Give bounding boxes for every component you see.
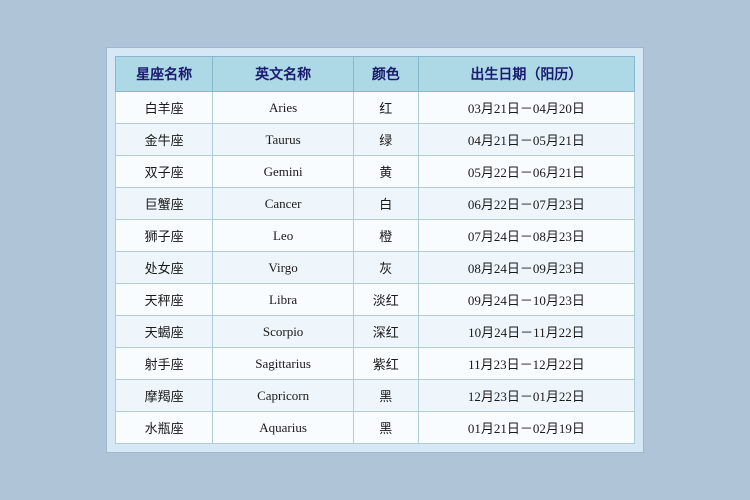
cell-chinese: 狮子座 — [116, 220, 213, 252]
table-row: 天秤座Libra淡红09月24日－10月23日 — [116, 284, 635, 316]
table-row: 天蝎座Scorpio深红10月24日－11月22日 — [116, 316, 635, 348]
cell-color: 橙 — [353, 220, 418, 252]
cell-english: Leo — [213, 220, 354, 252]
cell-english: Libra — [213, 284, 354, 316]
cell-date: 12月23日－01月22日 — [418, 380, 634, 412]
cell-date: 08月24日－09月23日 — [418, 252, 634, 284]
header-chinese: 星座名称 — [116, 57, 213, 92]
cell-chinese: 双子座 — [116, 156, 213, 188]
cell-english: Sagittarius — [213, 348, 354, 380]
cell-date: 11月23日－12月22日 — [418, 348, 634, 380]
zodiac-table: 星座名称 英文名称 颜色 出生日期（阳历） 白羊座Aries红03月21日－04… — [115, 56, 635, 444]
cell-chinese: 白羊座 — [116, 92, 213, 124]
cell-date: 10月24日－11月22日 — [418, 316, 634, 348]
cell-color: 灰 — [353, 252, 418, 284]
cell-date: 05月22日－06月21日 — [418, 156, 634, 188]
cell-english: Aries — [213, 92, 354, 124]
cell-chinese: 巨蟹座 — [116, 188, 213, 220]
cell-chinese: 处女座 — [116, 252, 213, 284]
cell-color: 绿 — [353, 124, 418, 156]
table-row: 狮子座Leo橙07月24日－08月23日 — [116, 220, 635, 252]
zodiac-table-container: 星座名称 英文名称 颜色 出生日期（阳历） 白羊座Aries红03月21日－04… — [106, 47, 644, 453]
cell-english: Scorpio — [213, 316, 354, 348]
header-date: 出生日期（阳历） — [418, 57, 634, 92]
cell-english: Taurus — [213, 124, 354, 156]
cell-date: 03月21日－04月20日 — [418, 92, 634, 124]
table-header-row: 星座名称 英文名称 颜色 出生日期（阳历） — [116, 57, 635, 92]
table-row: 双子座Gemini黄05月22日－06月21日 — [116, 156, 635, 188]
table-row: 摩羯座Capricorn黑12月23日－01月22日 — [116, 380, 635, 412]
cell-date: 01月21日－02月19日 — [418, 412, 634, 444]
cell-color: 红 — [353, 92, 418, 124]
cell-color: 黑 — [353, 412, 418, 444]
table-row: 处女座Virgo灰08月24日－09月23日 — [116, 252, 635, 284]
cell-chinese: 天蝎座 — [116, 316, 213, 348]
cell-chinese: 金牛座 — [116, 124, 213, 156]
cell-date: 06月22日－07月23日 — [418, 188, 634, 220]
cell-color: 深红 — [353, 316, 418, 348]
cell-english: Cancer — [213, 188, 354, 220]
cell-english: Virgo — [213, 252, 354, 284]
table-row: 水瓶座Aquarius黑01月21日－02月19日 — [116, 412, 635, 444]
cell-color: 淡红 — [353, 284, 418, 316]
table-row: 金牛座Taurus绿04月21日－05月21日 — [116, 124, 635, 156]
cell-color: 黑 — [353, 380, 418, 412]
header-color: 颜色 — [353, 57, 418, 92]
cell-chinese: 水瓶座 — [116, 412, 213, 444]
cell-english: Aquarius — [213, 412, 354, 444]
table-row: 巨蟹座Cancer白06月22日－07月23日 — [116, 188, 635, 220]
cell-color: 黄 — [353, 156, 418, 188]
cell-english: Gemini — [213, 156, 354, 188]
cell-chinese: 射手座 — [116, 348, 213, 380]
cell-date: 07月24日－08月23日 — [418, 220, 634, 252]
cell-chinese: 摩羯座 — [116, 380, 213, 412]
cell-chinese: 天秤座 — [116, 284, 213, 316]
cell-date: 09月24日－10月23日 — [418, 284, 634, 316]
cell-color: 白 — [353, 188, 418, 220]
table-row: 射手座Sagittarius紫红11月23日－12月22日 — [116, 348, 635, 380]
cell-color: 紫红 — [353, 348, 418, 380]
table-row: 白羊座Aries红03月21日－04月20日 — [116, 92, 635, 124]
cell-english: Capricorn — [213, 380, 354, 412]
header-english: 英文名称 — [213, 57, 354, 92]
cell-date: 04月21日－05月21日 — [418, 124, 634, 156]
table-body: 白羊座Aries红03月21日－04月20日金牛座Taurus绿04月21日－0… — [116, 92, 635, 444]
